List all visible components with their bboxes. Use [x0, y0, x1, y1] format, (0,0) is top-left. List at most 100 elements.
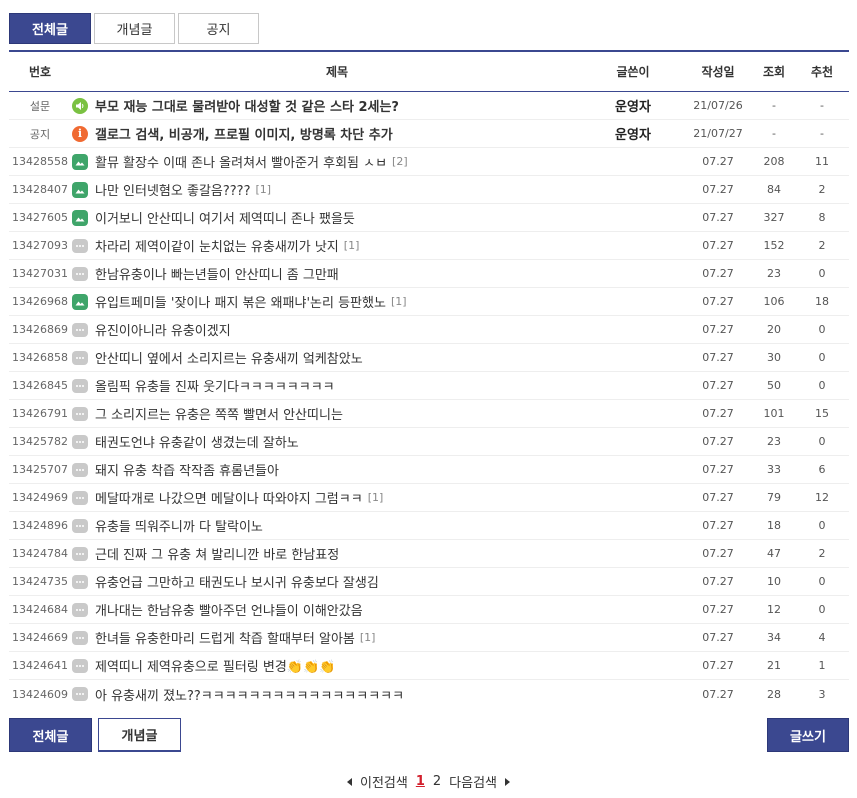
reply-count[interactable]: [1] — [360, 631, 376, 644]
post-subject[interactable]: 유진이아니라 유충이겠지 — [71, 320, 583, 339]
post-subject[interactable]: 유입트페미들 '잦이나 패지 볶은 왜패냐'논리 등판했노 [1] — [71, 292, 583, 311]
notice-row-survey[interactable]: 설문 부모 재능 그대로 물려받아 대성할 것 같은 스타 2세는? 운영자 2… — [9, 92, 849, 120]
post-subject[interactable]: 돼지 유충 착즙 작작좀 휴롬년들아 — [71, 460, 583, 479]
post-date: 07.27 — [702, 211, 734, 224]
bottom-all-button[interactable]: 전체글 — [9, 718, 92, 752]
post-title[interactable]: 태권도언냐 유충같이 생겼는데 잘하노 — [95, 432, 299, 451]
prev-arrow-icon[interactable] — [346, 777, 352, 786]
table-header: 번호 제목 글쓴이 작성일 조회 추천 — [9, 52, 849, 92]
table-row[interactable]: 13424641 제역띠니 제역유충으로 필터링 변경👏👏👏 07.27 21 1 — [9, 652, 849, 680]
post-date: 07.27 — [702, 183, 734, 196]
table-row[interactable]: 13428407 나만 인터넷혐오 좋갈음???? [1] 07.27 84 2 — [9, 176, 849, 204]
post-title[interactable]: 부모 재능 그대로 물려받아 대성할 것 같은 스타 2세는? — [95, 96, 399, 115]
post-subject[interactable]: 유충언급 그만하고 태권도나 보시귀 유충보다 잘생김 — [71, 572, 583, 591]
post-subject[interactable]: 그 소리지르는 유충은 쪽쪽 빨면서 안산띠니는 — [71, 404, 583, 423]
post-subject[interactable]: 한녀들 유충한마리 드럽게 착즙 할때부터 알아봄 [1] — [71, 628, 583, 647]
table-row[interactable]: 13424969 메달따개로 나갔으면 메달이나 따와야지 그럼ㅋㅋ [1] 07.2… — [9, 484, 849, 512]
post-subject[interactable]: 활뮤 활장수 이때 존나 올려쳐서 빨아준거 후회됨 ㅅㅂ [2] — [71, 152, 583, 171]
post-subject[interactable]: 차라리 제역이같이 눈치없는 유충새끼가 낫지 [1] — [71, 236, 583, 255]
post-subject[interactable]: 한남유충이나 빠는년들이 안산띠니 좀 그만패 — [71, 264, 583, 283]
reply-count[interactable]: [1] — [391, 295, 407, 308]
post-subject[interactable]: 이거보니 안산띠니 여기서 제역띠니 존나 팼을듯 — [71, 208, 583, 227]
post-title[interactable]: 유충언급 그만하고 태권도나 보시귀 유충보다 잘생김 — [95, 572, 379, 591]
post-subject[interactable]: i 갤로그 검색, 비공개, 프로필 이미지, 방명록 차단 추가 — [71, 124, 583, 143]
table-row[interactable]: 13427031 한남유충이나 빠는년들이 안산띠니 좀 그만패 07.27 23 0 — [9, 260, 849, 288]
table-row[interactable]: 13426791 그 소리지르는 유충은 쪽쪽 빨면서 안산띠니는 07.27 101… — [9, 400, 849, 428]
post-subject[interactable]: 근데 진짜 그 유충 쳐 발리니깐 바로 한남표정 — [71, 544, 583, 563]
post-num: 공지 — [29, 127, 51, 141]
post-title[interactable]: 제역띠니 제역유충으로 필터링 변경👏👏👏 — [95, 656, 335, 675]
post-title[interactable]: 유입트페미들 '잦이나 패지 볶은 왜패냐'논리 등판했노 — [95, 292, 386, 311]
bottom-best-button[interactable]: 개념글 — [98, 718, 181, 752]
post-writer[interactable]: 운영자 — [583, 96, 683, 115]
post-title[interactable]: 이거보니 안산띠니 여기서 제역띠니 존나 팼을듯 — [95, 208, 355, 227]
post-subject[interactable]: 올림픽 유충들 진짜 웃기다ㅋㅋㅋㅋㅋㅋㅋㅋ — [71, 376, 583, 395]
text-icon — [72, 574, 88, 589]
post-title[interactable]: 돼지 유충 착즙 작작좀 휴롬년들아 — [95, 460, 279, 479]
post-title[interactable]: 차라리 제역이같이 눈치없는 유충새끼가 낫지 — [95, 236, 339, 255]
reply-count[interactable]: [1] — [255, 183, 271, 196]
post-title[interactable]: 그 소리지르는 유충은 쪽쪽 빨면서 안산띠니는 — [95, 404, 343, 423]
table-row[interactable]: 13428558 활뮤 활장수 이때 존나 올려쳐서 빨아준거 후회됨 ㅅㅂ [2]… — [9, 148, 849, 176]
table-row[interactable]: 13425782 태권도언냐 유충같이 생겼는데 잘하노 07.27 23 0 — [9, 428, 849, 456]
post-subject[interactable]: 나만 인터넷혐오 좋갈음???? [1] — [71, 180, 583, 199]
table-row[interactable]: 13426869 유진이아니라 유충이겠지 07.27 20 0 — [9, 316, 849, 344]
prev-search-link[interactable]: 이전검색 — [360, 772, 408, 791]
table-row[interactable]: 13427605 이거보니 안산띠니 여기서 제역띠니 존나 팼을듯 07.27 32… — [9, 204, 849, 232]
post-title[interactable]: 활뮤 활장수 이때 존나 올려쳐서 빨아준거 후회됨 ㅅㅂ — [95, 152, 387, 171]
notice-row-announcement[interactable]: 공지 i 갤로그 검색, 비공개, 프로필 이미지, 방명록 차단 추가 운영자… — [9, 120, 849, 148]
post-title[interactable]: 갤로그 검색, 비공개, 프로필 이미지, 방명록 차단 추가 — [95, 124, 393, 143]
post-title[interactable]: 유진이아니라 유충이겠지 — [95, 320, 231, 339]
post-title[interactable]: 유충들 띄워주니까 다 탈락이노 — [95, 516, 263, 535]
reply-count[interactable]: [1] — [344, 239, 360, 252]
post-subject[interactable]: 제역띠니 제역유충으로 필터링 변경👏👏👏 — [71, 656, 583, 675]
write-button[interactable]: 글쓰기 — [767, 718, 849, 752]
table-row[interactable]: 13425707 돼지 유충 착즙 작작좀 휴롬년들아 07.27 33 6 — [9, 456, 849, 484]
post-num: 13426968 — [12, 295, 68, 308]
post-title[interactable]: 올림픽 유충들 진짜 웃기다ㅋㅋㅋㅋㅋㅋㅋㅋ — [95, 376, 335, 395]
post-title[interactable]: 아 유충새끼 졌노??ㅋㅋㅋㅋㅋㅋㅋㅋㅋㅋㅋㅋㅋㅋㅋㅋㅋ — [95, 685, 404, 704]
table-row[interactable]: 13424669 한녀들 유충한마리 드럽게 착즙 할때부터 알아봄 [1] 07.2… — [9, 624, 849, 652]
next-arrow-icon[interactable] — [505, 777, 510, 786]
post-title[interactable]: 나만 인터넷혐오 좋갈음???? — [95, 180, 250, 199]
post-title[interactable]: 메달따개로 나갔으면 메달이나 따와야지 그럼ㅋㅋ — [95, 488, 363, 507]
post-recommend: 0 — [818, 603, 826, 616]
post-subject[interactable]: 태권도언냐 유충같이 생겼는데 잘하노 — [71, 432, 583, 451]
post-subject[interactable]: 메달따개로 나갔으면 메달이나 따와야지 그럼ㅋㅋ [1] — [71, 488, 583, 507]
post-title[interactable]: 한녀들 유충한마리 드럽게 착즙 할때부터 알아봄 — [95, 628, 355, 647]
post-subject[interactable]: 부모 재능 그대로 물려받아 대성할 것 같은 스타 2세는? — [71, 96, 583, 115]
page-link-2[interactable]: 2 — [433, 774, 441, 789]
post-views: 18 — [767, 519, 781, 532]
reply-count[interactable]: [2] — [392, 155, 408, 168]
tab-all[interactable]: 전체글 — [9, 13, 91, 44]
post-recommend: - — [820, 99, 824, 112]
post-title[interactable]: 근데 진짜 그 유충 쳐 발리니깐 바로 한남표정 — [95, 544, 339, 563]
post-date: 07.27 — [702, 519, 734, 532]
post-writer[interactable]: 운영자 — [583, 124, 683, 143]
next-search-link[interactable]: 다음검색 — [449, 772, 497, 791]
post-num: 13428558 — [12, 155, 68, 168]
tab-best[interactable]: 개념글 — [94, 13, 175, 44]
post-subject[interactable]: 개나대는 한남유충 빨아주던 언냐들이 이해안갔음 — [71, 600, 583, 619]
post-title[interactable]: 개나대는 한남유충 빨아주던 언냐들이 이해안갔음 — [95, 600, 363, 619]
post-subject[interactable]: 아 유충새끼 졌노??ㅋㅋㅋㅋㅋㅋㅋㅋㅋㅋㅋㅋㅋㅋㅋㅋㅋ — [71, 685, 583, 704]
table-row[interactable]: 13426858 안산띠니 옆에서 소리지르는 유충새끼 엌케참았노 07.27 30… — [9, 344, 849, 372]
reply-count[interactable]: [1] — [368, 491, 384, 504]
post-recommend: 8 — [818, 211, 826, 224]
table-row[interactable]: 13424684 개나대는 한남유충 빨아주던 언냐들이 이해안갔음 07.27 12… — [9, 596, 849, 624]
table-row[interactable]: 13426845 올림픽 유충들 진짜 웃기다ㅋㅋㅋㅋㅋㅋㅋㅋ 07.27 50 0 — [9, 372, 849, 400]
page-link-1[interactable]: 1 — [416, 774, 425, 789]
table-row[interactable]: 13426968 유입트페미들 '잦이나 패지 볶은 왜패냐'논리 등판했노 [1]… — [9, 288, 849, 316]
table-row[interactable]: 13424896 유충들 띄워주니까 다 탈락이노 07.27 18 0 — [9, 512, 849, 540]
table-row[interactable]: 13427093 차라리 제역이같이 눈치없는 유충새끼가 낫지 [1] 07.27 1… — [9, 232, 849, 260]
post-title[interactable]: 안산띠니 옆에서 소리지르는 유충새끼 엌케참았노 — [95, 348, 363, 367]
post-title[interactable]: 한남유충이나 빠는년들이 안산띠니 좀 그만패 — [95, 264, 339, 283]
table-row[interactable]: 13424735 유충언급 그만하고 태권도나 보시귀 유충보다 잘생김 07.27… — [9, 568, 849, 596]
post-subject[interactable]: 안산띠니 옆에서 소리지르는 유충새끼 엌케참았노 — [71, 348, 583, 367]
image-icon — [72, 181, 88, 198]
table-row[interactable]: 13424784 근데 진짜 그 유충 쳐 발리니깐 바로 한남표정 07.27 47… — [9, 540, 849, 568]
post-subject[interactable]: 유충들 띄워주니까 다 탈락이노 — [71, 516, 583, 535]
table-row[interactable]: 13424609 아 유충새끼 졌노??ㅋㅋㅋㅋㅋㅋㅋㅋㅋㅋㅋㅋㅋㅋㅋㅋㅋ 07.2… — [9, 680, 849, 708]
post-views: 10 — [767, 575, 781, 588]
tab-notice[interactable]: 공지 — [178, 13, 259, 44]
